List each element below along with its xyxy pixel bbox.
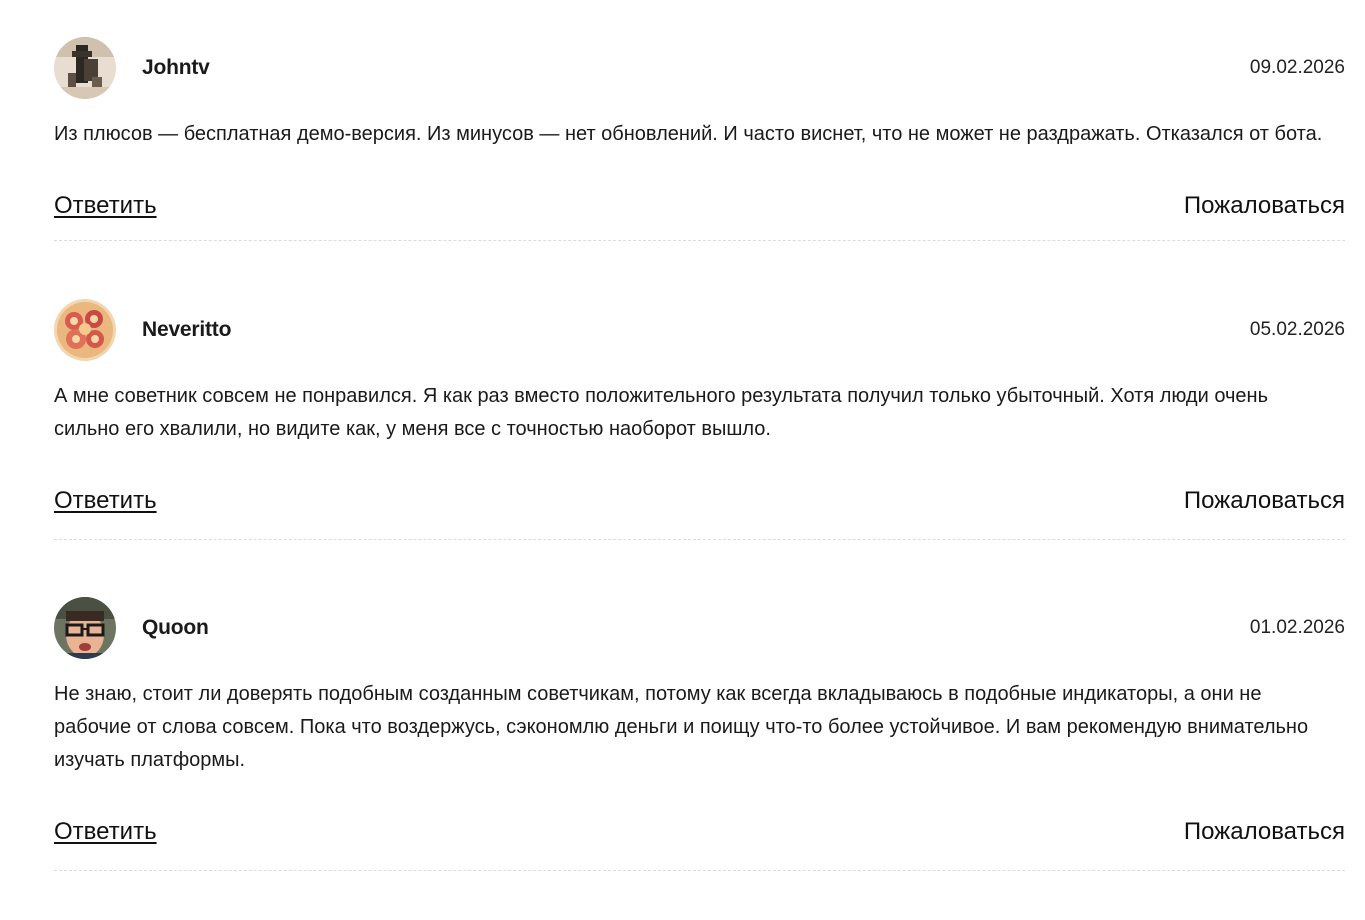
comment-item: Quoon 01.02.2026 Не знаю, стоит ли довер…: [54, 596, 1345, 871]
comment-actions: Ответить Пожаловаться: [54, 487, 1345, 515]
comment-date: 01.02.2026: [1249, 617, 1345, 638]
avatar: [54, 37, 116, 99]
comment-text: Из плюсов — бесплатная демо-версия. Из м…: [54, 123, 1323, 145]
comment-header: Neveritto 05.02.2026: [54, 298, 1345, 362]
reply-link[interactable]: Ответить: [54, 818, 157, 846]
comments-list: Johntv 09.02.2026 Из плюсов — бесплатная…: [54, 0, 1345, 871]
comment-text: Не знаю, стоит ли доверять подобным созд…: [54, 683, 1309, 771]
comment-header: Quoon 01.02.2026: [54, 596, 1345, 660]
comment-date: 05.02.2026: [1249, 319, 1345, 340]
comment-header: Johntv 09.02.2026: [54, 36, 1345, 100]
reply-link[interactable]: Ответить: [54, 487, 157, 515]
comment-item: Johntv 09.02.2026 Из плюсов — бесплатная…: [54, 0, 1345, 241]
comment-item: Neveritto 05.02.2026 А мне советник совс…: [54, 298, 1345, 540]
comment-date: 09.02.2026: [1249, 57, 1345, 78]
avatar: [54, 597, 116, 659]
report-link[interactable]: Пожаловаться: [1184, 487, 1345, 515]
avatar: [54, 299, 116, 361]
author-name: Neveritto: [142, 318, 232, 341]
report-link[interactable]: Пожаловаться: [1184, 192, 1345, 220]
comment-text: А мне советник совсем не понравился. Я к…: [54, 385, 1269, 440]
reply-link[interactable]: Ответить: [54, 192, 157, 220]
author-name: Quoon: [142, 616, 209, 639]
comment-actions: Ответить Пожаловаться: [54, 192, 1345, 220]
author-name: Johntv: [142, 56, 210, 79]
comment-actions: Ответить Пожаловаться: [54, 818, 1345, 846]
report-link[interactable]: Пожаловаться: [1184, 818, 1345, 846]
